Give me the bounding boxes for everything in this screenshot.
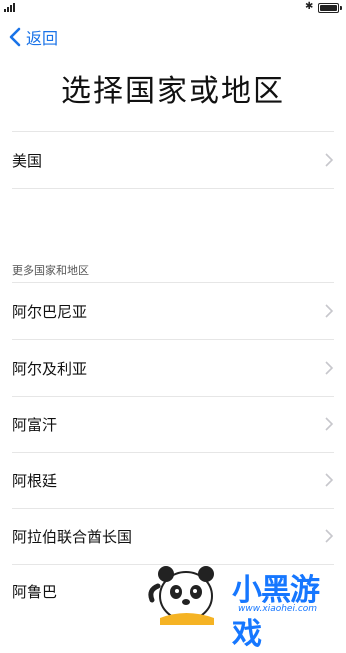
back-button[interactable]: 返回 — [6, 26, 58, 48]
status-bar: ✱ — [0, 0, 346, 16]
country-label: 美国 — [12, 151, 43, 170]
signal-icon — [4, 3, 15, 12]
country-row[interactable]: 阿根廷 — [12, 452, 346, 508]
country-label: 阿尔及利亚 — [12, 359, 88, 378]
back-label: 返回 — [26, 29, 59, 48]
country-label: 阿尔巴尼亚 — [12, 302, 88, 321]
country-row[interactable]: 阿尔巴尼亚 — [12, 283, 346, 339]
country-label: 阿鲁巴 — [12, 582, 58, 601]
chevron-right-icon — [325, 153, 334, 167]
chevron-right-icon — [325, 473, 334, 487]
chevron-right-icon — [325, 417, 334, 431]
bluetooth-icon: ✱ — [305, 1, 314, 12]
country-row[interactable]: 阿拉伯联合酋长国 — [12, 508, 346, 564]
battery-icon — [318, 3, 342, 13]
chevron-left-icon — [9, 27, 21, 47]
country-row[interactable]: 阿尔及利亚 — [12, 340, 346, 396]
watermark-site: www.xiaohei.com — [238, 604, 318, 614]
country-label: 阿富汗 — [12, 415, 58, 434]
chevron-right-icon — [325, 529, 334, 543]
section-header: 更多国家和地区 — [12, 264, 89, 277]
divider — [12, 188, 334, 189]
country-row[interactable]: 阿富汗 — [12, 396, 346, 452]
country-row-current[interactable]: 美国 — [12, 132, 346, 188]
chevron-right-icon — [325, 304, 334, 318]
chevron-right-icon — [325, 361, 334, 375]
country-label: 阿拉伯联合酋长国 — [12, 527, 133, 546]
page-title: 选择国家或地区 — [61, 74, 285, 109]
country-label: 阿根廷 — [12, 471, 58, 490]
